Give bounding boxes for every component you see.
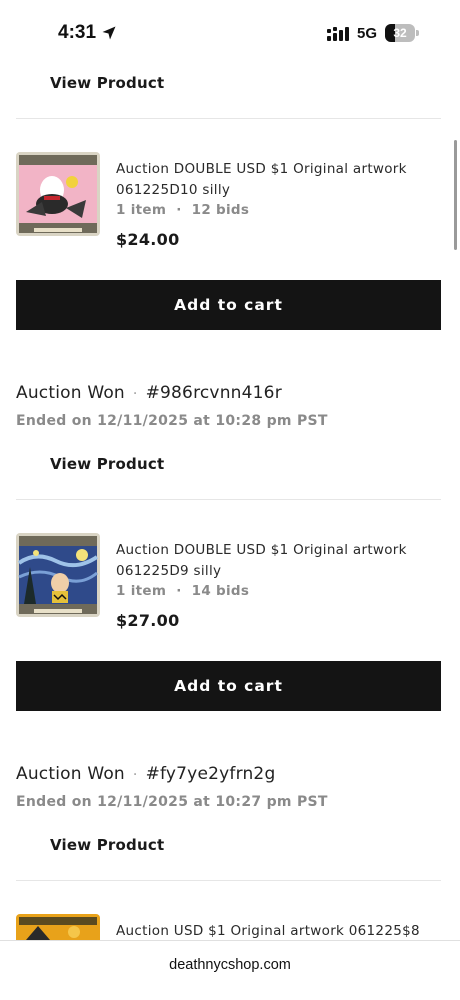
browser-url-bar[interactable]: deathnycshop.com xyxy=(0,940,460,1000)
order-header: Auction Won · #fy7ye2yfrn2g xyxy=(16,764,275,784)
bid-count: 12 bids xyxy=(191,202,250,218)
location-arrow-icon xyxy=(102,26,116,40)
divider xyxy=(16,880,441,881)
network-type: 5G xyxy=(357,25,378,42)
product-thumbnail[interactable] xyxy=(16,152,100,236)
status-time: 4:31 xyxy=(58,22,117,44)
product-price: $24.00 xyxy=(116,230,180,249)
order-status: Auction Won xyxy=(16,764,125,784)
product-meta: 1 item · 14 bids xyxy=(116,583,249,599)
order-separator: · xyxy=(132,767,138,783)
product-thumbnail[interactable] xyxy=(16,914,100,940)
order-header: Auction Won · #986rcvnn416r xyxy=(16,383,282,403)
order-id: #986rcvnn416r xyxy=(145,383,282,403)
add-to-cart-button[interactable]: Add to cart xyxy=(16,661,441,711)
order-status: Auction Won xyxy=(16,383,125,403)
product-price: $27.00 xyxy=(116,611,180,630)
product-meta: 1 item · 12 bids xyxy=(116,202,249,218)
battery-icon: 32 xyxy=(385,24,419,42)
divider xyxy=(16,499,441,500)
cellular-signal-icon xyxy=(327,27,349,41)
scrollbar[interactable] xyxy=(454,140,457,250)
product-title[interactable]: Auction DOUBLE USD $1 Original artwork 0… xyxy=(116,540,426,582)
add-to-cart-button[interactable]: Add to cart xyxy=(16,280,441,330)
item-count: 1 item xyxy=(116,583,167,599)
battery-level: 32 xyxy=(393,26,407,40)
bid-count: 14 bids xyxy=(191,583,250,599)
meta-separator: · xyxy=(176,583,182,599)
order-id: #fy7ye2yfrn2g xyxy=(145,764,276,784)
item-count: 1 item xyxy=(116,202,167,218)
url-text[interactable]: deathnycshop.com xyxy=(0,957,460,973)
product-thumbnail[interactable] xyxy=(16,533,100,617)
clock-text: 4:31 xyxy=(58,22,97,43)
view-product-link[interactable]: View Product xyxy=(50,836,164,854)
view-product-link[interactable]: View Product xyxy=(50,455,164,473)
meta-separator: · xyxy=(176,202,182,218)
product-title[interactable]: Auction DOUBLE USD $1 Original artwork 0… xyxy=(116,159,426,201)
divider xyxy=(16,118,441,119)
order-ended-date: Ended on 12/11/2025 at 10:27 pm PST xyxy=(16,794,328,810)
view-product-link[interactable]: View Product xyxy=(50,74,164,92)
order-ended-date: Ended on 12/11/2025 at 10:28 pm PST xyxy=(16,413,328,429)
status-bar: 4:31 5G 32 xyxy=(0,0,460,62)
order-separator: · xyxy=(132,386,138,402)
